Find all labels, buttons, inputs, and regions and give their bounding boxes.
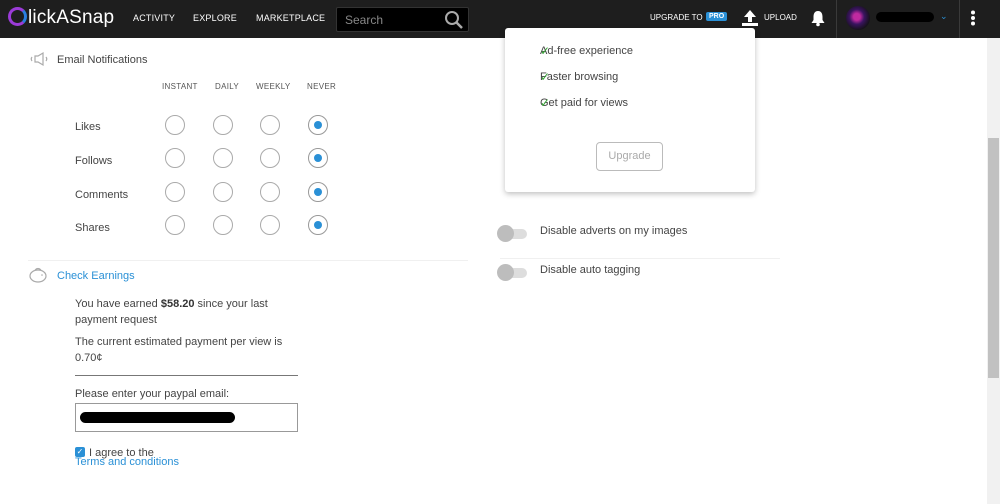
comments-instant-radio[interactable]	[165, 182, 185, 202]
more-menu-icon[interactable]	[970, 10, 976, 26]
follows-never-radio[interactable]	[308, 148, 328, 168]
shares-daily-radio[interactable]	[213, 215, 233, 235]
follows-weekly-radio[interactable]	[260, 148, 280, 168]
likes-instant-radio[interactable]	[165, 115, 185, 135]
email-notifications-title: Email Notifications	[57, 54, 148, 66]
disable-adverts-label: Disable adverts on my images	[540, 225, 688, 237]
pro-badge[interactable]: PRO	[706, 12, 728, 21]
earnings-divider	[75, 375, 298, 376]
column-never: NEVER	[307, 82, 337, 91]
logo-c-icon	[8, 7, 27, 26]
header-divider	[959, 0, 960, 38]
shares-weekly-radio[interactable]	[260, 215, 280, 235]
upgrade-to-link[interactable]: UPGRADE TO	[650, 13, 703, 22]
nav-explore[interactable]: EXPLORE	[193, 13, 237, 23]
chevron-down-icon[interactable]: ⌄	[940, 11, 948, 22]
paypal-email-field[interactable]	[75, 403, 298, 432]
column-daily: DAILY	[215, 82, 240, 91]
likes-daily-radio[interactable]	[213, 115, 233, 135]
disable-auto-tagging-label: Disable auto tagging	[540, 264, 641, 276]
likes-weekly-radio[interactable]	[260, 115, 280, 135]
username-redacted[interactable]	[876, 12, 934, 22]
column-weekly: WEEKLY	[256, 82, 291, 91]
row-label-comments: Comments	[75, 189, 129, 201]
feature-faster-browsing: Faster browsing	[540, 71, 619, 83]
comments-daily-radio[interactable]	[213, 182, 233, 202]
upload-button[interactable]: UPLOAD	[764, 13, 797, 22]
toggle-knob	[497, 225, 514, 242]
follows-daily-radio[interactable]	[213, 148, 233, 168]
likes-never-radio[interactable]	[308, 115, 328, 135]
shares-instant-radio[interactable]	[165, 215, 185, 235]
comments-never-radio[interactable]	[308, 182, 328, 202]
avatar[interactable]	[846, 6, 870, 30]
nav-activity[interactable]: ACTIVITY	[133, 13, 175, 23]
checkmark-icon: ✓	[540, 70, 551, 84]
clickasnap-logo[interactable]: lickASnap	[8, 7, 114, 29]
paypal-email-label: Please enter your paypal email:	[75, 388, 230, 400]
search-icon[interactable]	[444, 10, 464, 30]
toggle-knob	[497, 264, 514, 281]
search-placeholder: Search	[345, 13, 384, 27]
earned-amount: $58.20	[160, 298, 195, 310]
section-divider	[500, 258, 780, 259]
feature-paid-for-views: Get paid for views	[540, 97, 629, 109]
header-divider	[836, 0, 837, 38]
checkmark-icon: ✓	[540, 96, 551, 110]
comments-weekly-radio[interactable]	[260, 182, 280, 202]
disable-adverts-toggle[interactable]	[497, 225, 527, 242]
per-view-payment-text: The current estimated payment per view i…	[75, 336, 283, 364]
earned-summary: You have earned $58.20 since your last p…	[75, 296, 305, 328]
row-label-shares: Shares	[75, 222, 110, 234]
nav-marketplace[interactable]: MARKETPLACE	[256, 13, 325, 23]
search-input[interactable]: Search	[336, 7, 469, 32]
row-label-likes: Likes	[75, 121, 101, 133]
feature-ad-free: Ad-free experience	[540, 45, 633, 57]
follows-instant-radio[interactable]	[165, 148, 185, 168]
logo-text: lickASnap	[28, 7, 115, 28]
disable-auto-tagging-toggle[interactable]	[497, 264, 527, 281]
shares-never-radio[interactable]	[308, 215, 328, 235]
scrollbar-thumb[interactable]	[988, 138, 999, 378]
megaphone-icon	[30, 51, 48, 67]
bell-icon[interactable]	[809, 9, 827, 27]
earned-prefix: You have earned	[75, 298, 161, 310]
row-label-follows: Follows	[75, 155, 113, 167]
checkmark-icon: ✓	[540, 44, 551, 58]
column-instant: INSTANT	[162, 82, 198, 91]
upload-icon[interactable]	[740, 8, 760, 28]
section-divider	[28, 260, 468, 261]
check-earnings-link[interactable]: Check Earnings	[57, 270, 135, 282]
piggy-bank-icon	[29, 267, 47, 283]
paypal-email-redacted	[80, 412, 235, 423]
upgrade-button[interactable]: Upgrade	[596, 142, 663, 171]
terms-and-conditions-link[interactable]: Terms and conditions	[75, 456, 179, 468]
top-navigation-bar: lickASnap ACTIVITY EXPLORE MARKETPLACE S…	[0, 0, 1000, 38]
